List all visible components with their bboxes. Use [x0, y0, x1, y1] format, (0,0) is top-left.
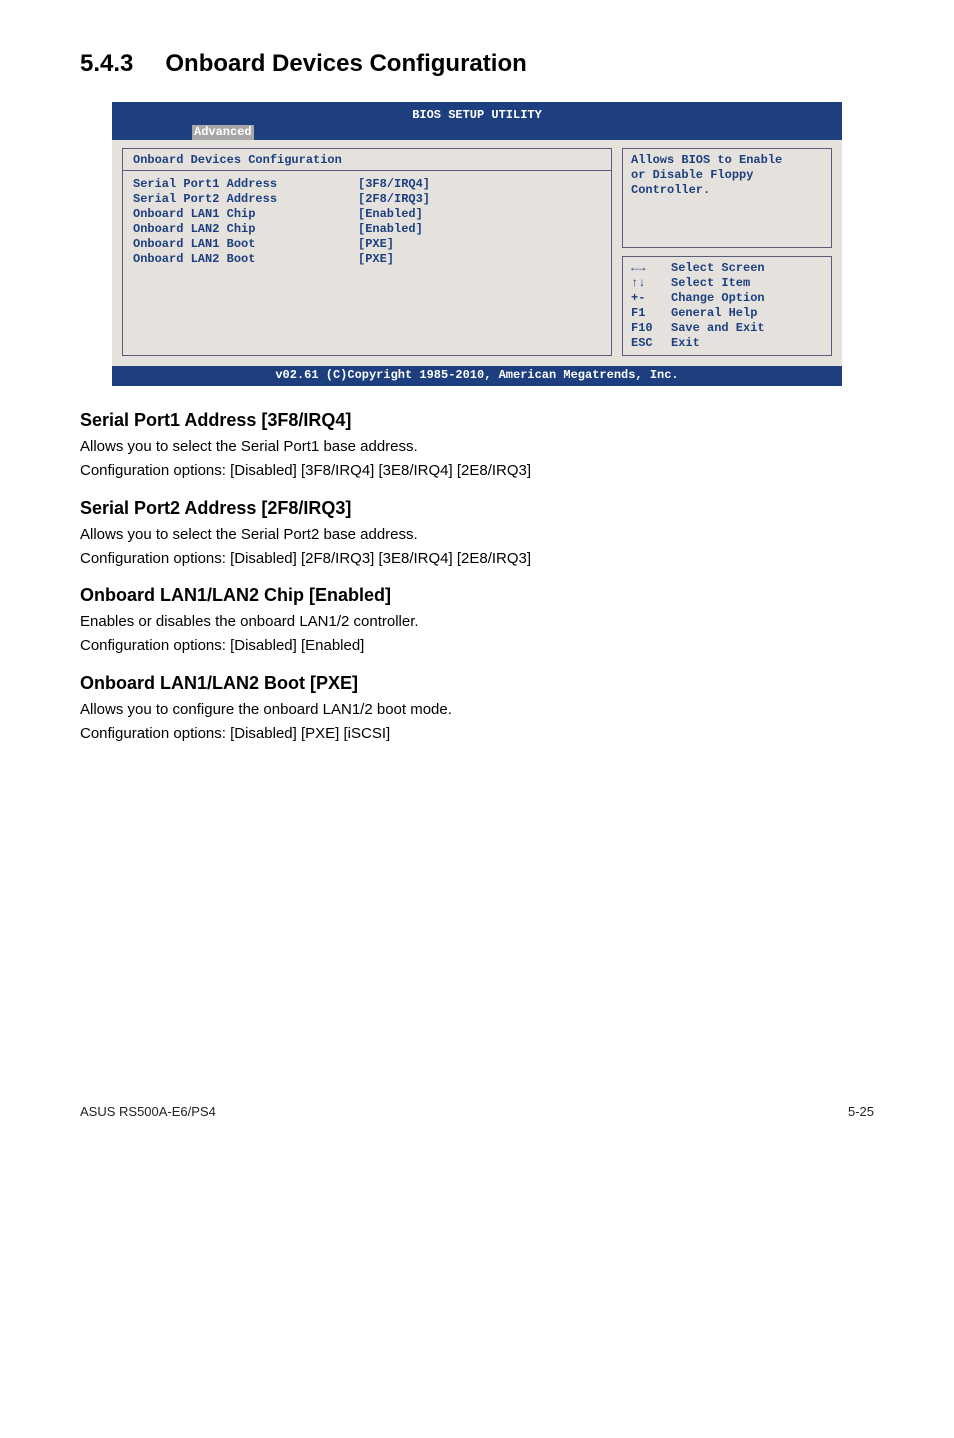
bios-nav-desc: Select Screen — [671, 261, 765, 276]
bios-row-label: Onboard LAN1 Boot — [133, 237, 358, 252]
bios-row: Onboard LAN1 Boot [PXE] — [133, 237, 601, 252]
bios-nav-box: ←→ Select Screen ↑↓ Select Item +- Chang… — [622, 256, 832, 356]
subsection-heading: Serial Port1 Address [3F8/IRQ4] — [80, 410, 874, 431]
bios-nav-line: ↑↓ Select Item — [631, 276, 823, 291]
bios-row: Serial Port2 Address [2F8/IRQ3] — [133, 192, 601, 207]
bios-left-panel: Onboard Devices Configuration Serial Por… — [122, 148, 612, 356]
body-text: Enables or disables the onboard LAN1/2 c… — [80, 612, 874, 632]
bios-row-value: [PXE] — [358, 237, 394, 252]
bios-row-value: [Enabled] — [358, 207, 423, 222]
subsection-heading: Serial Port2 Address [2F8/IRQ3] — [80, 498, 874, 519]
page-footer: ASUS RS500A-E6/PS4 5-25 — [80, 1104, 874, 1119]
bios-title: BIOS SETUP UTILITY — [122, 108, 832, 123]
bios-row-label: Onboard LAN2 Chip — [133, 222, 358, 237]
bios-nav-key: ↑↓ — [631, 276, 671, 291]
body-text: Allows you to select the Serial Port2 ba… — [80, 525, 874, 545]
bios-nav-key: F10 — [631, 321, 671, 336]
bios-panel-heading: Onboard Devices Configuration — [133, 153, 601, 168]
bios-screenshot: BIOS SETUP UTILITY Advanced Onboard Devi… — [112, 102, 842, 386]
bios-row-label: Onboard LAN1 Chip — [133, 207, 358, 222]
bios-tab-bar: Advanced — [122, 125, 832, 140]
bios-nav-line: ESC Exit — [631, 336, 823, 351]
bios-header: BIOS SETUP UTILITY Advanced — [112, 102, 842, 140]
subsection-heading: Onboard LAN1/LAN2 Boot [PXE] — [80, 673, 874, 694]
bios-row-label: Serial Port2 Address — [133, 192, 358, 207]
bios-nav-desc: Select Item — [671, 276, 750, 291]
bios-tab-advanced: Advanced — [192, 125, 254, 140]
bios-nav-desc: Save and Exit — [671, 321, 765, 336]
bios-nav-key: ←→ — [631, 261, 671, 276]
bios-row-value: [3F8/IRQ4] — [358, 177, 430, 192]
bios-row-value: [Enabled] — [358, 222, 423, 237]
bios-row: Onboard LAN1 Chip [Enabled] — [133, 207, 601, 222]
bios-help-line: Controller. — [631, 183, 823, 198]
body-text: Configuration options: [Disabled] [PXE] … — [80, 724, 874, 744]
bios-footer: v02.61 (C)Copyright 1985-2010, American … — [112, 366, 842, 386]
bios-nav-desc: Change Option — [671, 291, 765, 306]
bios-row-value: [2F8/IRQ3] — [358, 192, 430, 207]
bios-help-line: Allows BIOS to Enable — [631, 153, 823, 168]
bios-nav-desc: General Help — [671, 306, 757, 321]
bios-nav-line: F10 Save and Exit — [631, 321, 823, 336]
section-heading: 5.4.3 Onboard Devices Configuration — [80, 50, 874, 78]
bios-nav-key: +- — [631, 291, 671, 306]
bios-row: Onboard LAN2 Chip [Enabled] — [133, 222, 601, 237]
body-text: Configuration options: [Disabled] [Enabl… — [80, 636, 874, 656]
bios-nav-line: +- Change Option — [631, 291, 823, 306]
bios-nav-line: ←→ Select Screen — [631, 261, 823, 276]
bios-body: Onboard Devices Configuration Serial Por… — [112, 140, 842, 366]
bios-row-label: Onboard LAN2 Boot — [133, 252, 358, 267]
footer-page-number: 5-25 — [848, 1104, 874, 1119]
bios-help-box: Allows BIOS to Enable or Disable Floppy … — [622, 148, 832, 248]
body-text: Allows you to select the Serial Port1 ba… — [80, 437, 874, 457]
bios-row-value: [PXE] — [358, 252, 394, 267]
footer-product: ASUS RS500A-E6/PS4 — [80, 1104, 216, 1119]
bios-right-panel: Allows BIOS to Enable or Disable Floppy … — [622, 148, 832, 356]
bios-nav-key: F1 — [631, 306, 671, 321]
section-number: 5.4.3 — [80, 50, 133, 78]
subsection-heading: Onboard LAN1/LAN2 Chip [Enabled] — [80, 585, 874, 606]
bios-row-label: Serial Port1 Address — [133, 177, 358, 192]
section-title: Onboard Devices Configuration — [165, 50, 526, 77]
bios-row: Serial Port1 Address [3F8/IRQ4] — [133, 177, 601, 192]
divider — [123, 170, 611, 171]
bios-nav-key: ESC — [631, 336, 671, 351]
body-text: Allows you to configure the onboard LAN1… — [80, 700, 874, 720]
bios-nav-desc: Exit — [671, 336, 700, 351]
bios-row: Onboard LAN2 Boot [PXE] — [133, 252, 601, 267]
bios-help-line: or Disable Floppy — [631, 168, 823, 183]
body-text: Configuration options: [Disabled] [2F8/I… — [80, 549, 874, 569]
body-text: Configuration options: [Disabled] [3F8/I… — [80, 461, 874, 481]
bios-nav-line: F1 General Help — [631, 306, 823, 321]
